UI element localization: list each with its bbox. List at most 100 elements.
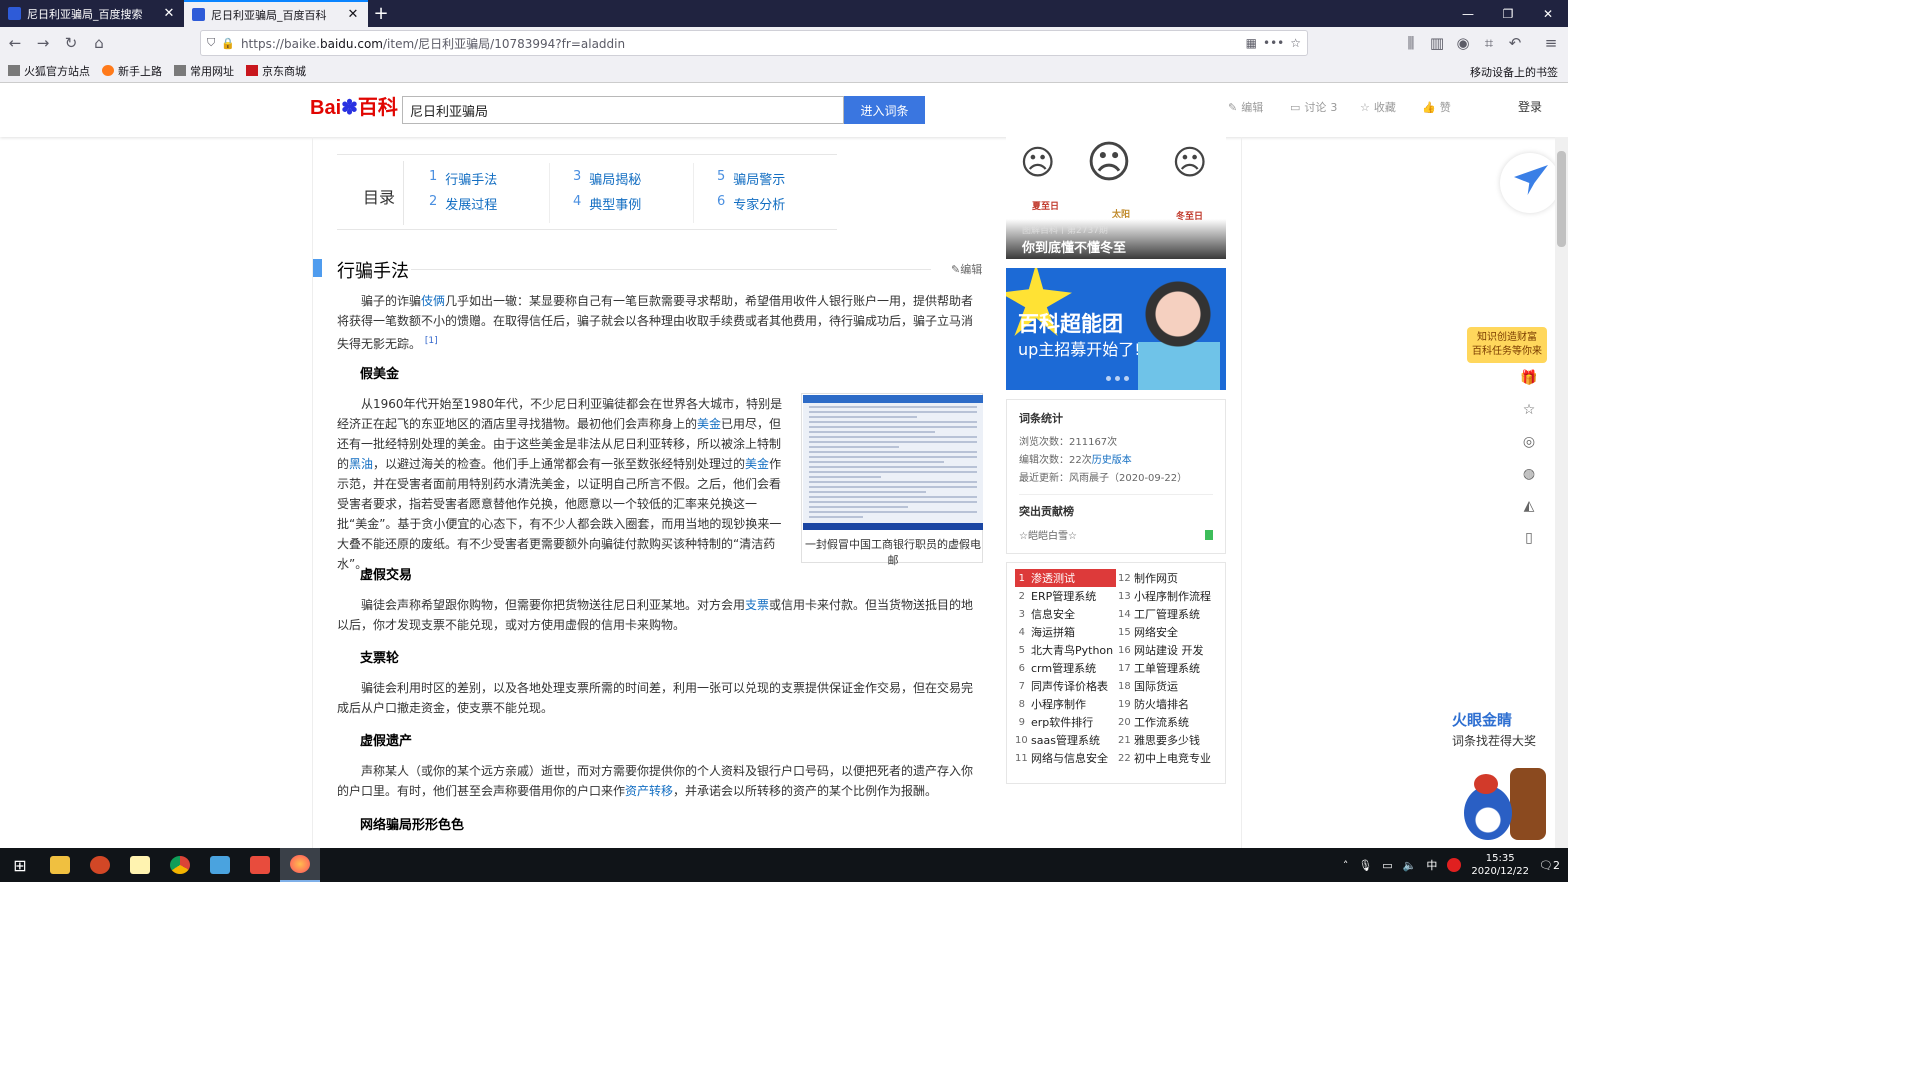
hot-list-item[interactable]: 14 工厂管理系统 [1118, 605, 1219, 623]
link[interactable]: 支票 [745, 598, 769, 612]
taskbar-app[interactable] [120, 848, 160, 882]
back-icon[interactable]: ← [4, 32, 26, 54]
mobile-bookmarks[interactable]: 移动设备上的书签 [1470, 64, 1558, 80]
qr-code-icon[interactable]: ▦ [1246, 36, 1257, 50]
screenshot-icon[interactable]: ⌗ [1478, 32, 1500, 54]
carousel-dot[interactable] [1106, 376, 1111, 381]
gift-icon[interactable]: 🎁 [1520, 369, 1538, 387]
star-icon[interactable]: ☆ [1520, 401, 1538, 419]
history-link[interactable]: 历史版本 [1092, 455, 1132, 466]
lock-icon[interactable]: 🔒 [221, 37, 235, 50]
close-tab-icon[interactable]: ✕ [346, 7, 360, 22]
carousel-dot[interactable] [1124, 376, 1129, 381]
start-button[interactable]: ⊞ [0, 848, 40, 882]
taskbar-app[interactable] [240, 848, 280, 882]
baike-logo[interactable]: Bai✽百科 [310, 91, 398, 121]
search-input[interactable]: 尼日利亚骗局 [402, 96, 844, 124]
menu-icon[interactable]: ≡ [1540, 32, 1562, 54]
library-icon[interactable]: ⫼ [1400, 32, 1422, 54]
catalog-item[interactable]: 1 行骗手法 [429, 169, 497, 188]
chevron-up-icon[interactable]: ˄ [1343, 859, 1349, 872]
home-icon[interactable]: ⌂ [88, 32, 110, 54]
discuss-action[interactable]: ▭ 讨论 3 [1290, 99, 1337, 115]
restore-icon[interactable]: ❐ [1488, 0, 1528, 27]
bookmark-item[interactable]: 新手上路 [102, 63, 162, 79]
hot-list-item[interactable]: 11 网络与信息安全 [1015, 749, 1116, 767]
hot-list-item[interactable]: 18 国际货运 [1118, 677, 1219, 695]
shield-icon[interactable]: ⛉ [207, 36, 215, 50]
carousel-dots[interactable] [1106, 376, 1129, 381]
scrollbar-thumb[interactable] [1557, 151, 1566, 247]
address-bar[interactable]: ⛉ 🔒 https://baike.baidu.com/item/尼日利亚骗局/… [200, 30, 1308, 56]
tab-baike[interactable]: 尼日利亚骗局_百度百科 ✕ [184, 0, 368, 27]
login-link[interactable]: 登录 [1518, 98, 1542, 115]
sidebar-icon[interactable]: ▥ [1426, 32, 1448, 54]
figure[interactable]: 一封假冒中国工商银行职员的虚假电邮 [801, 393, 983, 567]
weibo-icon[interactable]: ◎ [1520, 433, 1538, 451]
qq-icon[interactable]: ◭ [1520, 497, 1538, 515]
reference-link[interactable]: [1] [425, 336, 438, 346]
hot-list-item[interactable]: 15 网络安全 [1118, 623, 1219, 641]
sogou-icon[interactable] [1447, 858, 1462, 872]
catalog-item[interactable]: 6 专家分析 [717, 194, 785, 213]
like-action[interactable]: 👍 赞 [1422, 99, 1451, 115]
clock[interactable]: 15:35 2020/12/22 [1471, 852, 1529, 878]
link[interactable]: 美金 [745, 457, 769, 471]
minimize-icon[interactable]: — [1448, 0, 1488, 27]
volume-icon[interactable]: 🔈 [1403, 859, 1417, 872]
close-window-icon[interactable]: ✕ [1528, 0, 1568, 27]
hot-list-item[interactable]: 20 工作流系统 [1118, 713, 1219, 731]
undo-icon[interactable]: ↶ [1504, 32, 1526, 54]
hot-list-item[interactable]: 7 同声传译价格表 [1015, 677, 1116, 695]
contributor[interactable]: ☆皑皑白雪☆ [1019, 527, 1213, 542]
forward-icon[interactable]: → [32, 32, 54, 54]
hot-list-item[interactable]: 1 渗透测试 [1015, 569, 1116, 587]
ime-indicator[interactable]: 中 [1426, 857, 1437, 873]
hot-list-item[interactable]: 4 海运拼箱 [1015, 623, 1116, 641]
hot-list-item[interactable]: 3 信息安全 [1015, 605, 1116, 623]
carousel-dot[interactable] [1115, 376, 1120, 381]
hot-list-item[interactable]: 22 初中上电竞专业 [1118, 749, 1219, 767]
hot-list-item[interactable]: 10 saas管理系统 [1015, 731, 1116, 749]
page-actions-icon[interactable]: ••• [1263, 36, 1284, 50]
edit-action[interactable]: ✎ 编辑 [1228, 99, 1263, 115]
catalog-item[interactable]: 4 典型事例 [573, 194, 641, 213]
woodpecker-mascot-icon[interactable] [1456, 768, 1552, 840]
link[interactable]: 美金 [697, 417, 721, 431]
taskbar-app[interactable] [80, 848, 120, 882]
catalog-item[interactable]: 2 发展过程 [429, 194, 497, 213]
bookmark-item[interactable]: 火狐官方站点 [8, 63, 90, 79]
wechat-icon[interactable]: ◍ [1520, 465, 1538, 483]
hot-list-item[interactable]: 5 北大青鸟Python [1015, 641, 1116, 659]
hot-list-item[interactable]: 17 工单管理系统 [1118, 659, 1219, 677]
ad-baike-team[interactable]: 百科超能团 up主招募开始了! [1006, 268, 1226, 390]
tab-search[interactable]: 尼日利亚骗局_百度搜索 ✕ [0, 0, 184, 27]
account-icon[interactable]: ◉ [1452, 32, 1474, 54]
link[interactable]: 资产转移 [625, 784, 673, 798]
hot-list-item[interactable]: 21 雅思要多少钱 [1118, 731, 1219, 749]
network-icon[interactable]: ▭ [1382, 859, 1392, 872]
catalog-item[interactable]: 5 骗局警示 [717, 169, 785, 188]
notification-icon[interactable]: 🗨2 [1539, 859, 1560, 872]
huoyan-promo[interactable]: 火眼金睛 词条找茬得大奖 [1452, 709, 1562, 749]
hot-list-item[interactable]: 6 crm管理系统 [1015, 659, 1116, 677]
link[interactable]: 伎俩 [421, 294, 445, 308]
taskbar-app[interactable] [40, 848, 80, 882]
task-promo[interactable]: 知识创造财富 百科任务等你来 [1467, 327, 1547, 363]
hot-list-item[interactable]: 16 网站建设 开发 [1118, 641, 1219, 659]
hot-list-item[interactable]: 2 ERP管理系统 [1015, 587, 1116, 605]
taskbar-app[interactable] [160, 848, 200, 882]
hot-list-item[interactable]: 9 erp软件排行 [1015, 713, 1116, 731]
mobile-icon[interactable]: ▯ [1520, 529, 1538, 547]
hot-list-item[interactable]: 8 小程序制作 [1015, 695, 1116, 713]
bookmark-item[interactable]: 常用网址 [174, 63, 234, 79]
hot-list-item[interactable]: 12 制作网页 [1118, 569, 1219, 587]
catalog-item[interactable]: 3 骗局揭秘 [573, 169, 641, 188]
new-tab-button[interactable]: + [368, 0, 394, 27]
hot-list-item[interactable]: 13 小程序制作流程 [1118, 587, 1219, 605]
search-button[interactable]: 进入词条 [844, 96, 925, 124]
bookmark-item[interactable]: 京东商城 [246, 63, 306, 79]
ad-winter-solstice[interactable]: ☹ ☹ ☹ 夏至日 太阳 冬至日 图解百科丨第2737期 你到底懂不懂冬至 [1006, 137, 1226, 259]
hot-list-item[interactable]: 19 防火墙排名 [1118, 695, 1219, 713]
reload-icon[interactable]: ↻ [60, 32, 82, 54]
